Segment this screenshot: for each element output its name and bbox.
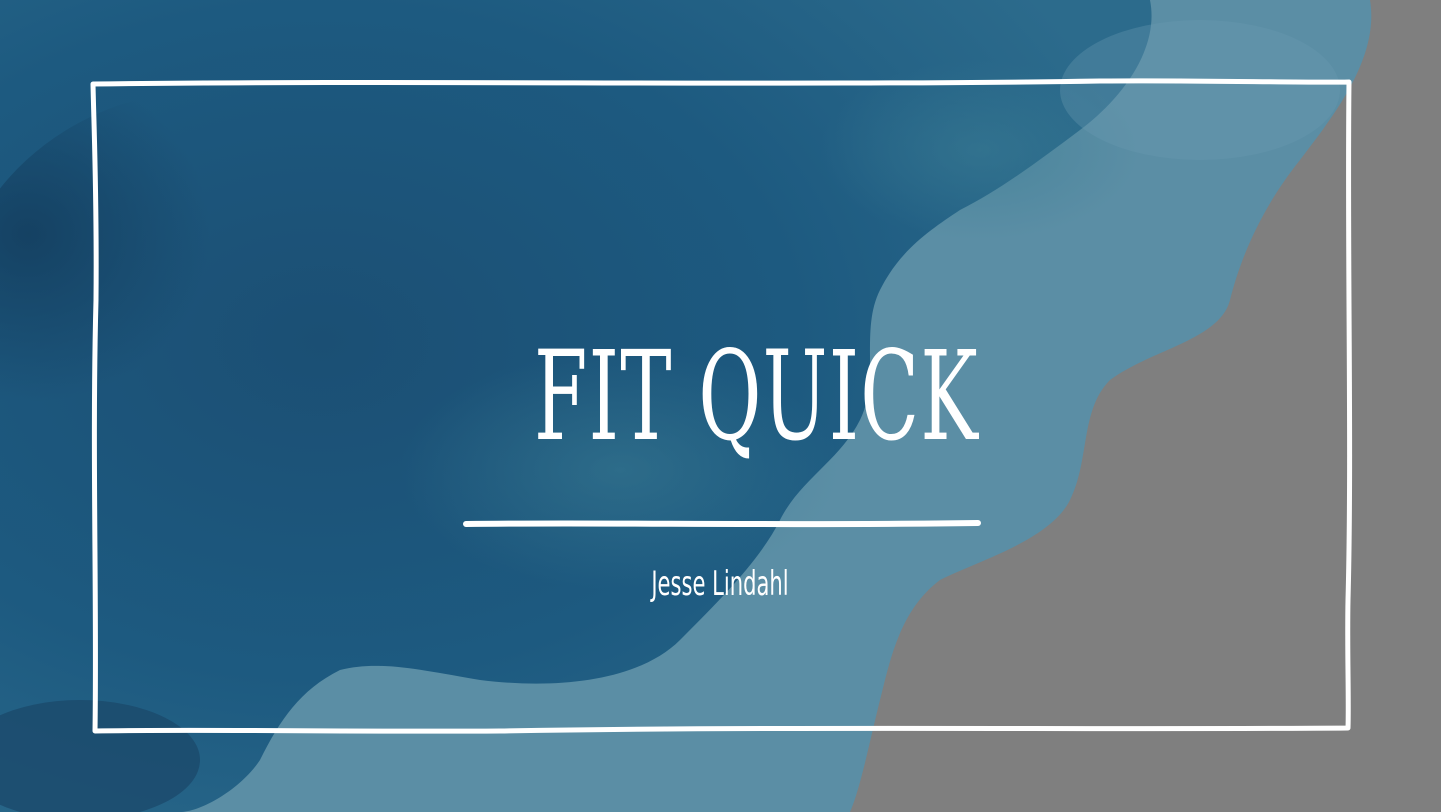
title-underline xyxy=(463,520,981,528)
title-slide: FIT QUICK Jesse Lindahl xyxy=(0,0,1441,812)
slide-title[interactable]: FIT QUICK xyxy=(534,322,978,472)
slide-subtitle[interactable]: Jesse Lindahl xyxy=(596,562,844,606)
